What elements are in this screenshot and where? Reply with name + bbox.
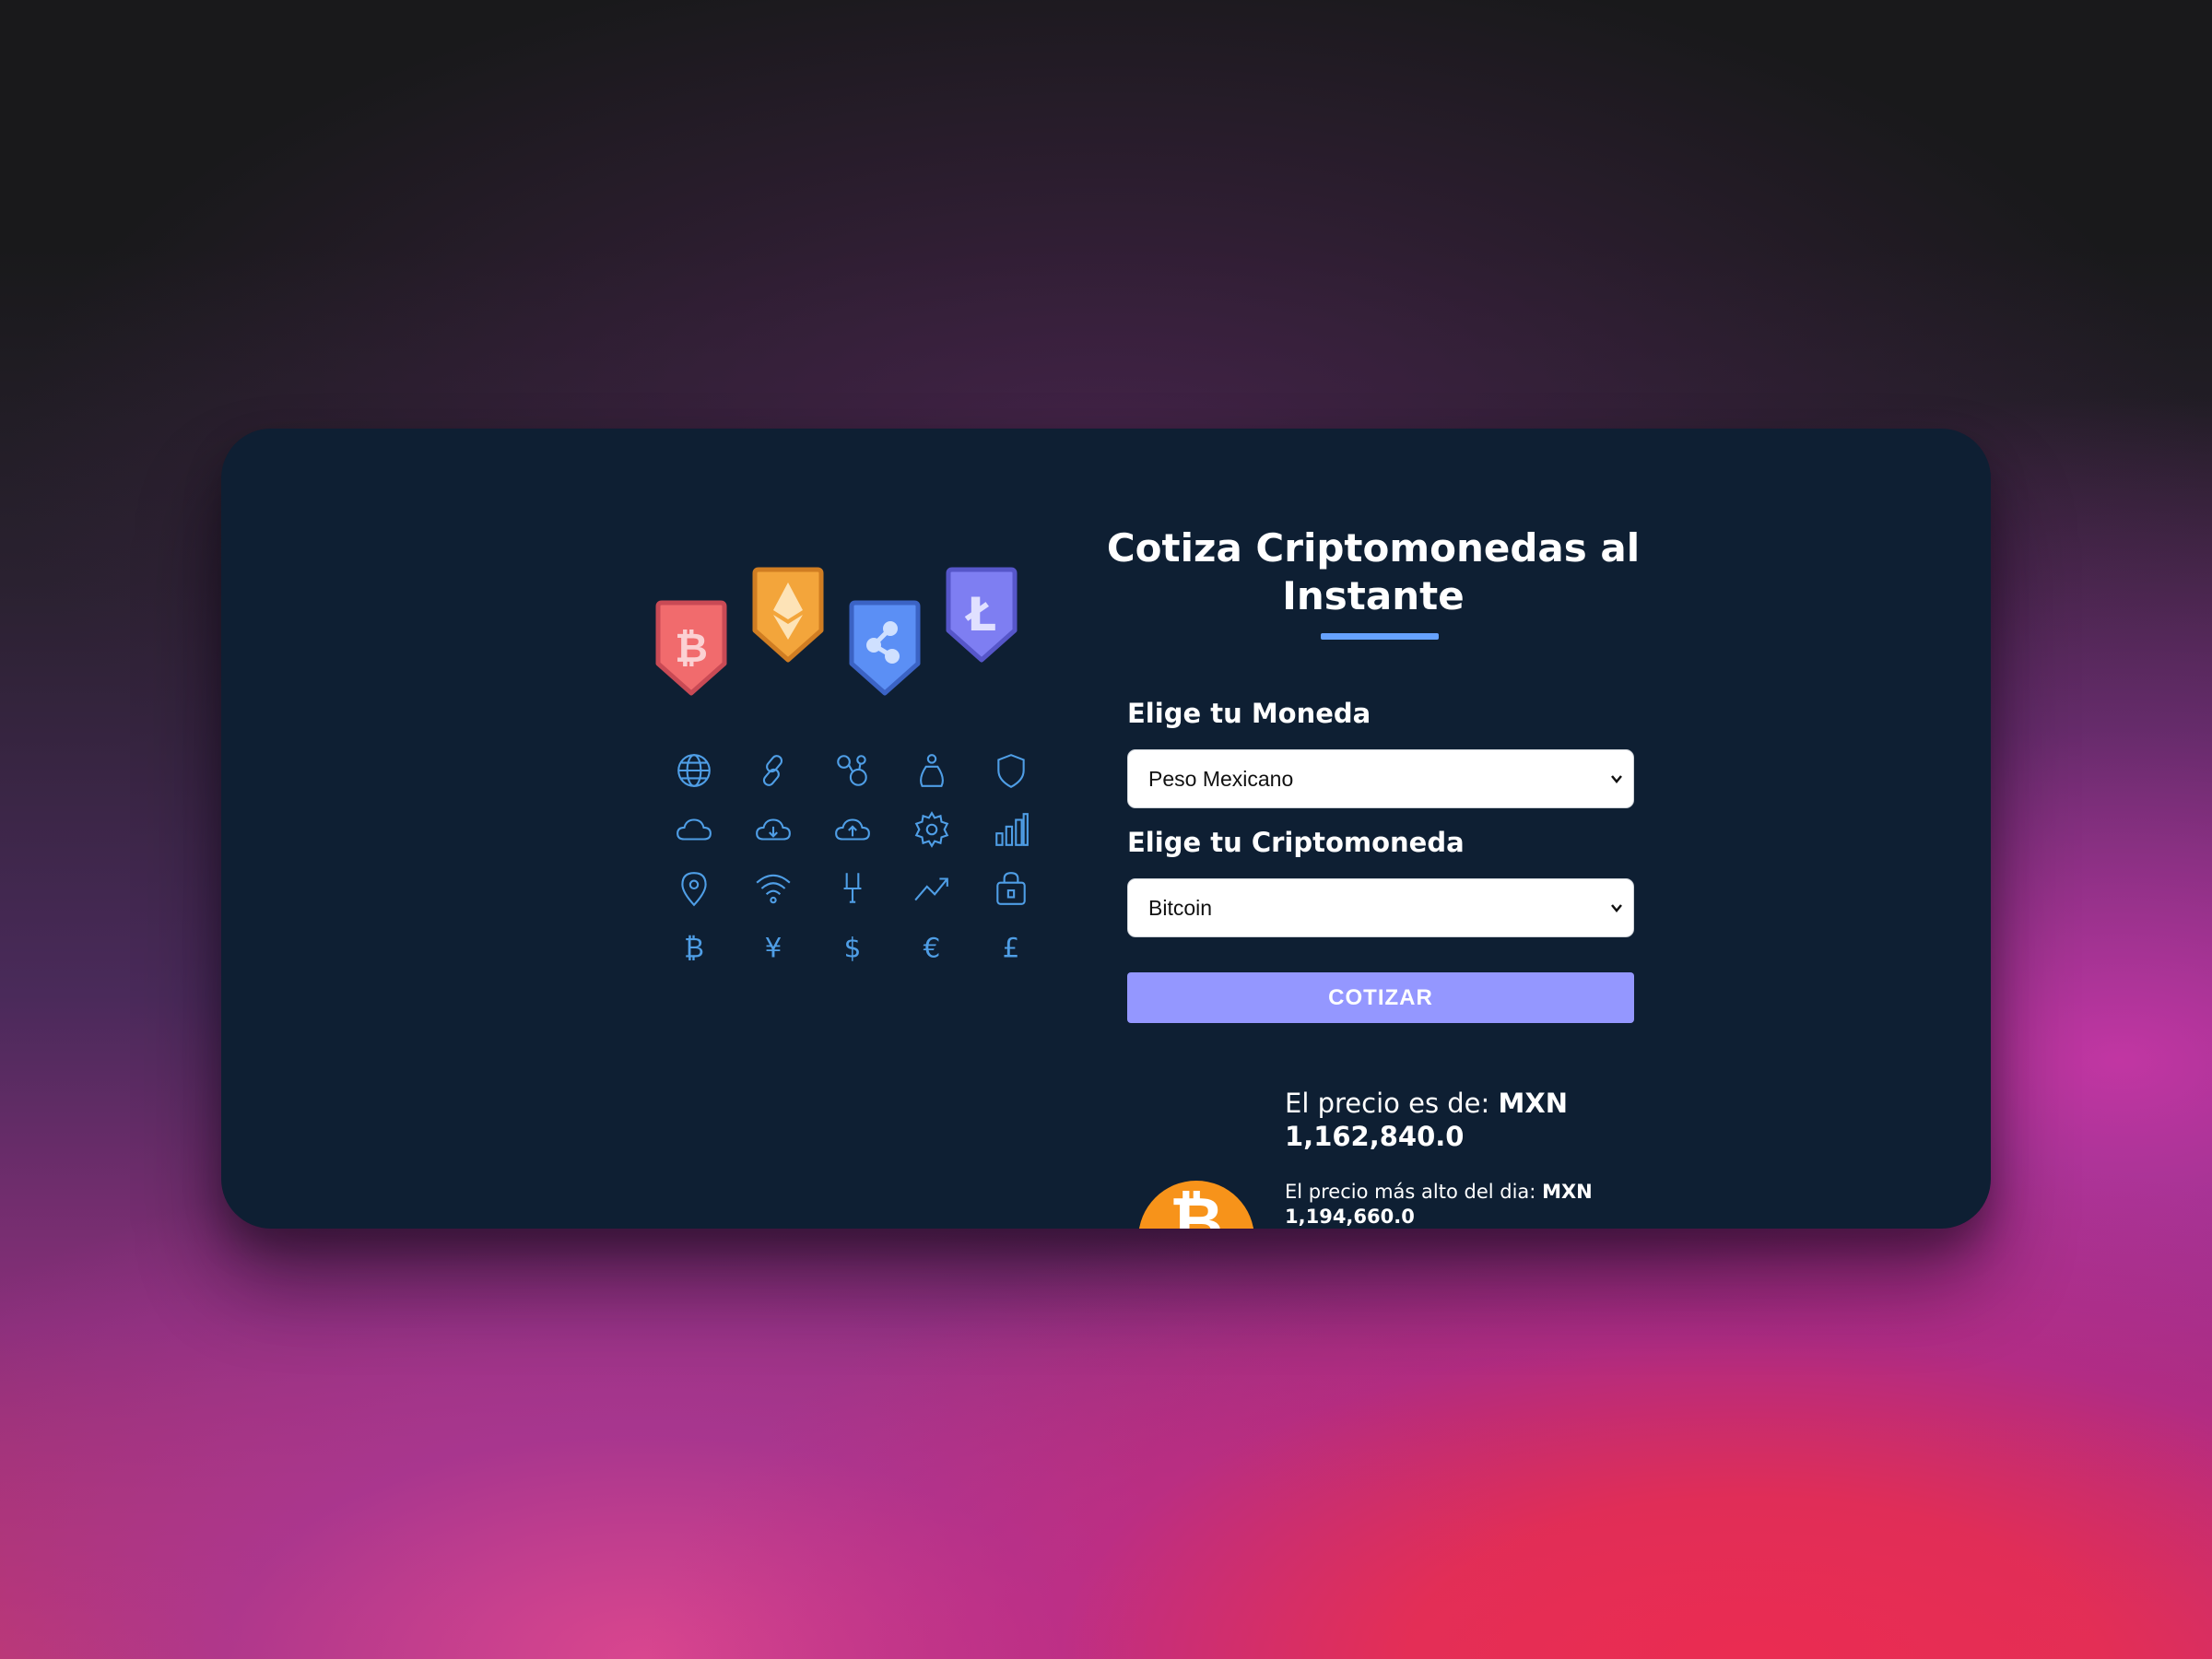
cloud-download-icon	[734, 810, 813, 849]
crypto-badges: ₿ Ł	[654, 567, 1051, 705]
chevron-down-icon	[1611, 904, 1622, 912]
globe-icon	[654, 751, 734, 790]
currency-label: Elige tu Moneda	[1127, 698, 1371, 729]
currency-select[interactable]: Peso Mexicano	[1127, 749, 1634, 808]
plug-icon	[813, 869, 892, 908]
ethereum-badge-icon	[752, 567, 824, 663]
price-result: El precio es de: MXN 1,162,840.0	[1285, 1087, 1635, 1153]
pound-icon: £	[971, 928, 1051, 967]
chevron-down-icon	[1611, 775, 1622, 783]
page-title: Cotiza Criptomonedas al Instante	[1106, 525, 1641, 618]
crypto-select[interactable]: Bitcoin	[1127, 878, 1634, 937]
svg-text:¥: ¥	[765, 933, 782, 964]
svg-text:€: €	[924, 933, 941, 964]
crypto-select-value: Bitcoin	[1148, 895, 1213, 920]
cloud-upload-icon	[813, 810, 892, 849]
nodes-icon	[813, 751, 892, 790]
svg-text:₿: ₿	[675, 625, 708, 672]
lock-bag-icon	[971, 869, 1051, 908]
title-underline	[1321, 633, 1439, 640]
ripple-badge-icon	[849, 600, 921, 696]
bitcoin-coin-icon: ₿	[1138, 1181, 1254, 1229]
bitcoin-icon: ₿	[654, 928, 734, 967]
cloud-icon	[654, 810, 734, 849]
bitcoin-badge-icon: ₿	[655, 600, 727, 696]
svg-text:₿: ₿	[684, 933, 704, 964]
high-price-result: El precio más alto del dia: MXN 1,194,66…	[1285, 1180, 1635, 1229]
dollar-icon: $	[813, 928, 892, 967]
high-price-label: El precio más alto del dia:	[1285, 1181, 1536, 1203]
yen-icon: ¥	[734, 928, 813, 967]
crypto-quote-card: ₿ Ł ₿ ¥ $ € £ Cotiza Criptomonedas al In…	[221, 429, 1991, 1229]
price-label: El precio es de:	[1285, 1088, 1490, 1119]
gear-icon	[892, 810, 971, 849]
trend-up-icon	[892, 869, 971, 908]
svg-text:Ł: Ł	[964, 588, 996, 641]
cotizar-button[interactable]: COTIZAR	[1127, 972, 1634, 1023]
shield-icon	[971, 751, 1051, 790]
crypto-label: Elige tu Criptomoneda	[1127, 827, 1465, 858]
svg-text:£: £	[1003, 933, 1020, 964]
money-bag-icon	[892, 751, 971, 790]
bar-chart-icon	[971, 810, 1051, 849]
feature-icon-grid: ₿ ¥ $ € £	[654, 751, 1051, 967]
currency-select-value: Peso Mexicano	[1148, 766, 1294, 791]
euro-icon: €	[892, 928, 971, 967]
litecoin-badge-icon: Ł	[946, 567, 1018, 663]
wifi-icon	[734, 869, 813, 908]
link-icon	[734, 751, 813, 790]
background-glow	[0, 1198, 2212, 1659]
location-pin-icon	[654, 869, 734, 908]
svg-text:$: $	[844, 933, 862, 964]
